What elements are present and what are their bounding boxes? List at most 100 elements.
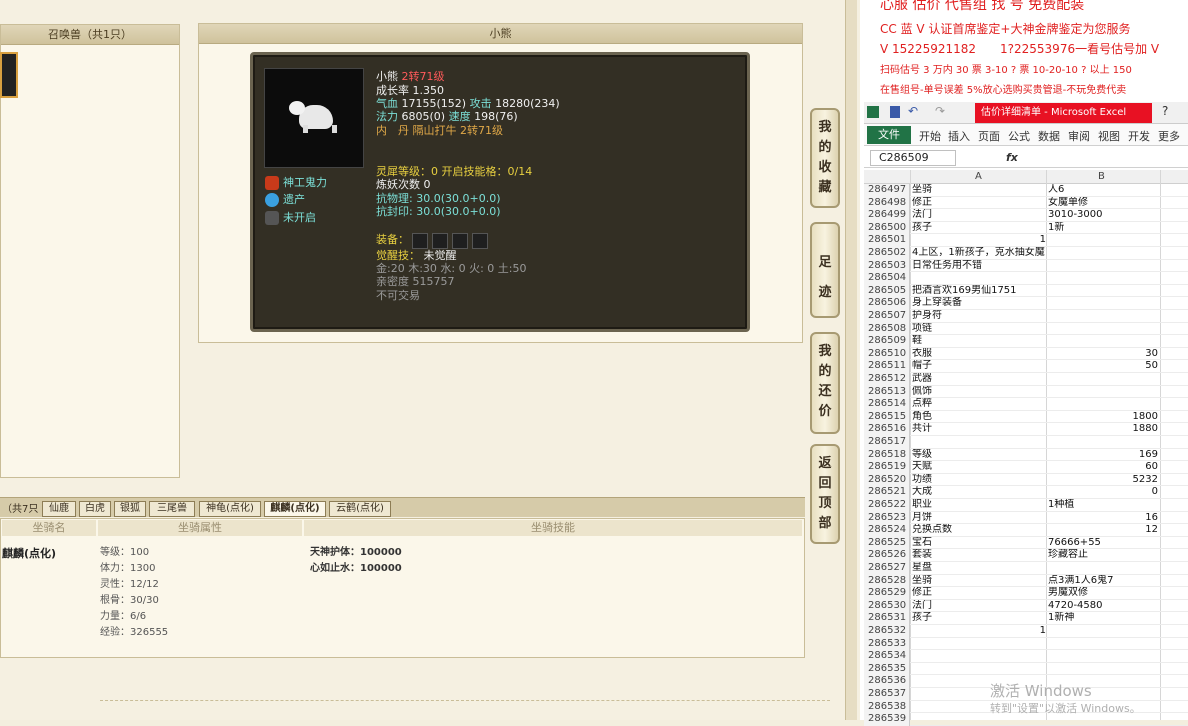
table-row[interactable]: 286523 月饼 16 — [864, 511, 1188, 525]
column-a-header[interactable]: A — [975, 171, 982, 182]
cell-b[interactable]: 1新神 — [1048, 612, 1158, 625]
row-number[interactable]: 286522 — [864, 499, 910, 512]
table-row[interactable]: 286506 身上穿装备 — [864, 297, 1188, 310]
help-icon[interactable]: ? — [1162, 104, 1168, 118]
cell-b[interactable]: 16 — [1048, 512, 1158, 525]
table-row[interactable]: 286530 法门 4720-4580 — [864, 599, 1188, 613]
table-row[interactable]: 286501 1 — [864, 234, 1188, 247]
cell-a[interactable]: 日常任务用不错 — [912, 260, 1046, 273]
fx-icon[interactable]: fx — [1006, 151, 1018, 164]
cell-a[interactable]: 孩子 — [912, 612, 1046, 625]
cell-a[interactable]: 佩饰 — [912, 386, 1046, 399]
cell-a[interactable]: 大成 — [912, 486, 1046, 499]
cell-a[interactable]: 4上区，1新孩子，克水抽女魔，装备宝宝齐全 — [912, 247, 1046, 260]
mount-tab-4[interactable]: 三尾兽 — [149, 501, 195, 517]
pet-side-3[interactable]: 未开启 — [283, 211, 316, 225]
redo-icon[interactable]: ↷ — [935, 104, 945, 118]
row-number[interactable]: 286538 — [864, 700, 910, 714]
table-row[interactable]: 286534 — [864, 650, 1188, 663]
pet-side-2[interactable]: 遗产 — [283, 193, 305, 207]
cell-a[interactable]: 兑换点数 — [912, 524, 1046, 537]
table-row[interactable]: 286507 护身符 — [864, 310, 1188, 323]
cell-b[interactable]: 30 — [1048, 348, 1158, 361]
row-number[interactable]: 286511 — [864, 360, 910, 373]
pet-side-1[interactable]: 神工鬼力 — [283, 176, 327, 190]
equip-slot-3[interactable] — [452, 233, 468, 249]
ribbon-tab-more[interactable]: 更多 — [1158, 128, 1180, 144]
row-number[interactable]: 286514 — [864, 398, 910, 411]
cell-a[interactable]: 等级 — [912, 449, 1046, 462]
my-favorites-button[interactable]: 我的收藏 — [810, 108, 840, 208]
page-scrollbar[interactable] — [845, 0, 857, 720]
cell-a[interactable]: 宝石 — [912, 537, 1046, 550]
table-row[interactable]: 286535 — [864, 662, 1188, 676]
row-number[interactable]: 286533 — [864, 637, 910, 651]
cell-b[interactable]: 1种植 — [1048, 499, 1158, 512]
cell-b[interactable]: 点3满1人6鬼7 — [1048, 575, 1158, 588]
row-number[interactable]: 286539 — [864, 713, 910, 726]
row-number[interactable]: 286531 — [864, 612, 910, 625]
ribbon-tab-formulas[interactable]: 公式 — [1008, 128, 1030, 144]
summon-thumbnail[interactable] — [0, 52, 18, 98]
cell-a[interactable]: 把酒言欢169男仙1751 — [912, 285, 1046, 298]
row-number[interactable]: 286532 — [864, 625, 910, 638]
cell-b[interactable]: 女魔单修 — [1048, 197, 1158, 210]
table-row[interactable]: 286500 孩子 1新 — [864, 221, 1188, 235]
cell-b[interactable]: 1800 — [1048, 411, 1158, 424]
cell-a[interactable]: 坐骑 — [912, 184, 1046, 197]
row-number[interactable]: 286535 — [864, 662, 910, 676]
cell-a[interactable]: 修正 — [912, 587, 1046, 600]
row-number[interactable]: 286529 — [864, 587, 910, 600]
table-row[interactable]: 286525 宝石 76666+55 — [864, 536, 1188, 550]
row-number[interactable]: 286506 — [864, 297, 910, 310]
cell-a[interactable]: 坐骑 — [912, 575, 1046, 588]
row-number[interactable]: 286513 — [864, 385, 910, 399]
row-number[interactable]: 286518 — [864, 448, 910, 462]
cell-a[interactable]: 套装 — [912, 549, 1046, 562]
cell-a[interactable]: 星盘 — [912, 562, 1046, 575]
mount-tab-3[interactable]: 银狐 — [114, 501, 146, 517]
row-number[interactable]: 286507 — [864, 310, 910, 323]
cell-b[interactable]: 1880 — [1048, 423, 1158, 436]
cell-b[interactable]: 人6 — [1048, 184, 1158, 197]
back-to-top-button[interactable]: 返回顶部 — [810, 444, 840, 544]
row-number[interactable]: 286525 — [864, 536, 910, 550]
table-row[interactable]: 286509 鞋 — [864, 335, 1188, 348]
cell-b[interactable]: 男魔双修 — [1048, 587, 1158, 600]
table-row[interactable]: 286532 1 — [864, 625, 1188, 638]
cell-b[interactable]: 76666+55 — [1048, 537, 1158, 550]
cell-a[interactable]: 武器 — [912, 373, 1046, 386]
cell-a[interactable]: 1 — [912, 234, 1046, 247]
row-number[interactable]: 286528 — [864, 574, 910, 588]
mount-tab-5[interactable]: 神龟(点化) — [199, 501, 261, 517]
table-row[interactable]: 286497 坐骑 人6 — [864, 184, 1188, 197]
equip-slot-1[interactable] — [412, 233, 428, 249]
table-row[interactable]: 286513 佩饰 — [864, 385, 1188, 399]
table-row[interactable]: 286511 帽子 50 — [864, 360, 1188, 373]
row-number[interactable]: 286519 — [864, 461, 910, 474]
table-row[interactable]: 2865024上区，1新孩子，克水抽女魔，装备宝宝齐全 — [864, 247, 1188, 260]
cell-b[interactable]: 珍藏容止 — [1048, 549, 1158, 562]
cell-b[interactable]: 50 — [1048, 360, 1158, 373]
cell-b[interactable]: 169 — [1048, 449, 1158, 462]
table-row[interactable]: 286512 武器 — [864, 373, 1188, 386]
row-number[interactable]: 286517 — [864, 436, 910, 449]
ribbon-tab-layout[interactable]: 页面 — [978, 128, 1000, 144]
excel-file-tab[interactable]: 文件 — [867, 126, 911, 144]
cell-b[interactable]: 3010-3000 — [1048, 209, 1158, 222]
cell-a[interactable]: 功绩 — [912, 474, 1046, 487]
row-number[interactable]: 286534 — [864, 650, 910, 663]
table-row[interactable]: 286498 修正 女魔单修 — [864, 196, 1188, 210]
equip-slot-4[interactable] — [472, 233, 488, 249]
cell-b[interactable]: 5232 — [1048, 474, 1158, 487]
cell-a[interactable]: 身上穿装备 — [912, 297, 1046, 310]
row-number[interactable]: 286527 — [864, 562, 910, 575]
row-number[interactable]: 286502 — [864, 247, 910, 260]
row-number[interactable]: 286498 — [864, 196, 910, 210]
table-row[interactable]: 286516 共计 1880 — [864, 423, 1188, 436]
row-number[interactable]: 286536 — [864, 675, 910, 688]
cell-b[interactable]: 1新 — [1048, 222, 1158, 235]
cell-a[interactable]: 鞋 — [912, 335, 1046, 348]
table-row[interactable]: 286522 职业 1种植 — [864, 499, 1188, 512]
cell-a[interactable]: 法门 — [912, 600, 1046, 613]
